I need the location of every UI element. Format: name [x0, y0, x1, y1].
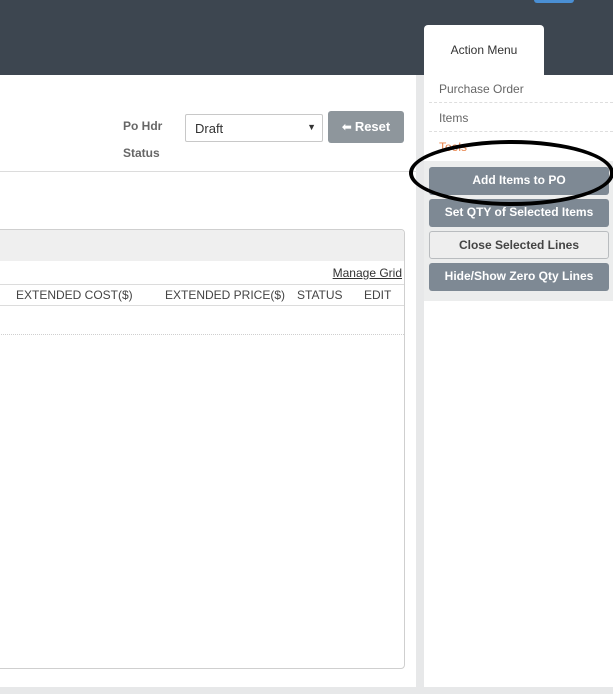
menu-item-purchase-order[interactable]: Purchase Order: [439, 82, 524, 96]
hide-show-zero-qty-label: Hide/Show Zero Qty Lines: [444, 269, 594, 283]
grid-panel: Manage Grid EXTENDED COST($) EXTENDED PR…: [0, 229, 405, 669]
status-select-value: Draft: [195, 121, 224, 136]
filter-divider: [0, 171, 416, 172]
action-menu-panel: Action Menu Purchase Order Items Tools A…: [424, 25, 613, 687]
chevron-down-icon: ▼: [307, 122, 316, 132]
top-bar-accent: [534, 0, 574, 3]
po-hdr-label: Po Hdr: [123, 119, 163, 133]
grid-table: EXTENDED COST($) EXTENDED PRICE($) STATU…: [0, 284, 404, 335]
table-row[interactable]: [0, 306, 404, 335]
reset-button-label: Reset: [354, 119, 391, 134]
status-label: Status: [123, 146, 160, 160]
menu-divider: [429, 102, 613, 103]
menu-divider: [429, 131, 613, 132]
manage-grid-link[interactable]: Manage Grid: [333, 266, 402, 280]
annotation-circle: [409, 140, 613, 206]
reset-button[interactable]: ⬅ Reset: [328, 111, 404, 143]
close-selected-lines-button[interactable]: Close Selected Lines: [429, 231, 609, 259]
column-header-extended-cost[interactable]: EXTENDED COST($): [16, 288, 133, 302]
set-qty-selected-label: Set QTY of Selected Items: [444, 205, 594, 219]
action-menu-title: Action Menu: [450, 43, 518, 57]
tab-action-menu[interactable]: Action Menu: [424, 25, 544, 75]
grid-panel-header: [0, 230, 404, 261]
column-header-extended-price[interactable]: EXTENDED PRICE($): [165, 288, 285, 302]
close-selected-lines-label: Close Selected Lines: [458, 238, 580, 252]
hide-show-zero-qty-button[interactable]: Hide/Show Zero Qty Lines: [429, 263, 609, 291]
menu-item-items[interactable]: Items: [439, 111, 468, 125]
grid-header-row: EXTENDED COST($) EXTENDED PRICE($) STATU…: [0, 284, 404, 306]
main-content: Po Hdr Status Draft ▼ ⬅ Reset Manage Grid…: [0, 75, 416, 687]
column-header-edit[interactable]: EDIT: [364, 288, 391, 302]
status-select[interactable]: Draft ▼: [185, 114, 323, 142]
column-header-status[interactable]: STATUS: [297, 288, 343, 302]
arrow-left-icon: ⬅: [341, 120, 352, 134]
